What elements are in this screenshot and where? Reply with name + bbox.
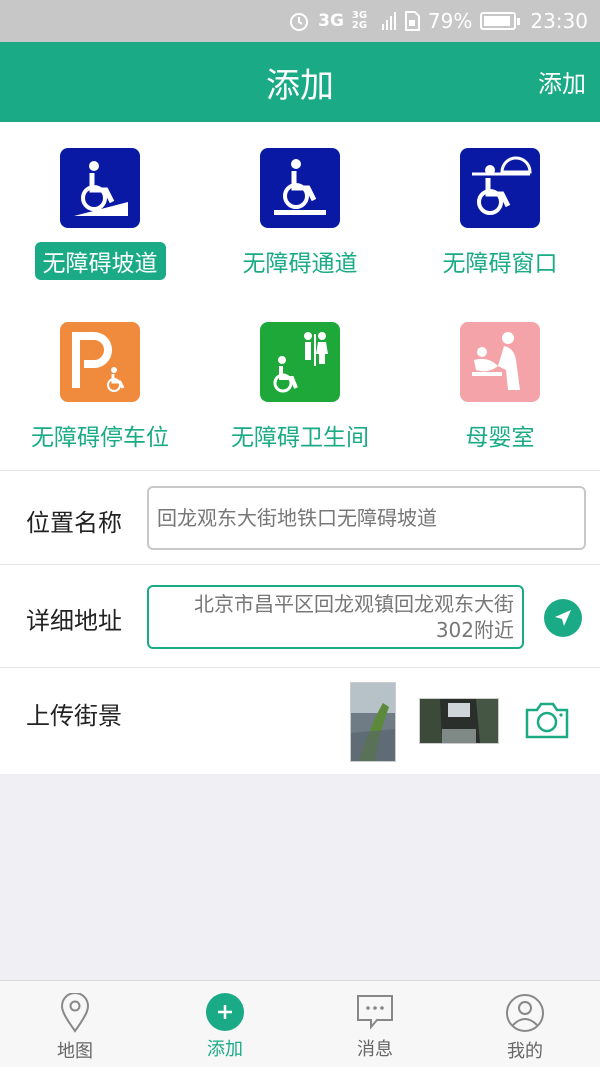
facility-label-parking: 无障碍停车位 — [31, 425, 169, 451]
address-field[interactable]: 北京市昌平区回龙观镇回龙观东大街302附近 — [147, 585, 524, 649]
add-submit-button[interactable]: 添加 — [538, 64, 586, 99]
wheelchair-window-icon — [460, 148, 540, 228]
plus-icon — [206, 993, 244, 1031]
user-icon — [506, 994, 544, 1032]
network-indicator: 3G — [318, 11, 344, 31]
battery-icon — [480, 12, 521, 30]
location-name-label: 位置名称 — [26, 509, 122, 537]
page-title: 添加 — [266, 65, 334, 106]
address-row: 详细地址 北京市昌平区回龙观镇回龙观东大街302附近 — [0, 564, 600, 667]
signal-icon — [381, 12, 396, 30]
tab-add[interactable]: 添加 — [150, 981, 300, 1067]
address-label: 详细地址 — [26, 607, 122, 635]
facility-option-toilet[interactable]: 无障碍卫生间 — [200, 296, 400, 470]
app-bar: 添加 添加 — [0, 42, 600, 122]
clock: 23:30 — [530, 9, 588, 33]
facility-label-window: 无障碍窗口 — [442, 251, 558, 277]
locate-button[interactable] — [544, 599, 582, 637]
tab-profile[interactable]: 我的 — [450, 981, 600, 1067]
tab-profile-label: 我的 — [507, 1041, 543, 1062]
battery-percent: 79% — [427, 9, 473, 33]
sim-icon — [404, 11, 420, 31]
upload-street-view-label: 上传街景 — [26, 702, 122, 730]
mother-baby-room-icon — [460, 322, 540, 402]
wheelchair-ramp-icon — [60, 148, 140, 228]
bottom-tab-bar: 地图 添加 消息 我的 — [0, 980, 600, 1067]
accessible-toilet-icon — [260, 322, 340, 402]
navigation-arrow-icon — [555, 610, 571, 626]
facility-option-window[interactable]: 无障碍窗口 — [400, 122, 600, 296]
street-photo-thumbnail-2[interactable] — [419, 698, 499, 744]
accessible-parking-icon — [60, 322, 140, 402]
facility-label-passage: 无障碍通道 — [242, 251, 358, 277]
facility-label-ramp: 无障碍坡道 — [34, 242, 166, 280]
facility-option-nursery[interactable]: 母婴室 — [400, 296, 600, 470]
facility-type-grid: 无障碍坡道 无障碍通道 无障碍窗口 无障碍停车位 无障碍卫生间 母婴室 — [0, 122, 600, 470]
facility-option-passage[interactable]: 无障碍通道 — [200, 122, 400, 296]
facility-option-ramp[interactable]: 无障碍坡道 — [0, 122, 200, 296]
facility-label-nursery: 母婴室 — [465, 425, 535, 451]
network-indicator-2: 3G 2G — [351, 10, 368, 31]
tab-map[interactable]: 地图 — [0, 981, 150, 1067]
message-icon — [357, 995, 393, 1030]
location-name-field[interactable]: 回龙观东大街地铁口无障碍坡道 — [147, 486, 586, 550]
map-pin-icon — [60, 993, 90, 1033]
location-name-row: 位置名称 回龙观东大街地铁口无障碍坡道 — [0, 470, 600, 564]
tab-add-label: 添加 — [207, 1039, 243, 1060]
wheelchair-passage-icon — [260, 148, 340, 228]
facility-option-parking[interactable]: 无障碍停车位 — [0, 296, 200, 470]
camera-icon[interactable] — [524, 700, 570, 744]
status-bar: 3G 3G 2G 79% 23:30 — [0, 0, 600, 42]
alarm-icon — [288, 10, 310, 32]
facility-label-toilet: 无障碍卫生间 — [231, 425, 369, 451]
tab-messages[interactable]: 消息 — [300, 981, 450, 1067]
tab-map-label: 地图 — [57, 1041, 93, 1062]
street-photo-thumbnail-1[interactable] — [350, 682, 396, 762]
upload-street-view-row: 上传街景 — [0, 667, 600, 774]
tab-messages-label: 消息 — [357, 1039, 393, 1060]
